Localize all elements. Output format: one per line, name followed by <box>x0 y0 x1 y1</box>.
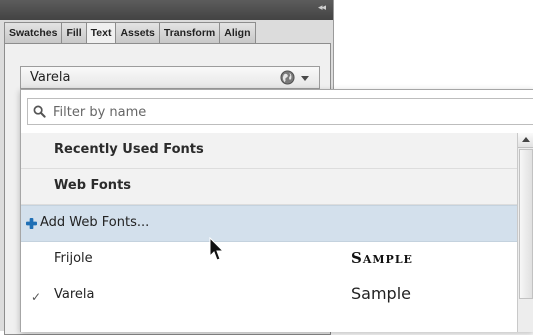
font-name: Varela <box>54 287 95 302</box>
font-item-frijole[interactable]: Frijole Sample <box>21 242 517 278</box>
search-icon <box>33 105 46 118</box>
scroll-up-button[interactable] <box>518 133 533 148</box>
panel-title-bar: ◂◂ <box>0 0 333 20</box>
checkmark-icon: ✓ <box>31 290 42 304</box>
font-name: Frijole <box>54 251 93 266</box>
list-item-label: Recently Used Fonts <box>54 142 204 157</box>
globe-icon <box>280 70 295 85</box>
plus-icon <box>26 218 37 229</box>
tab-fill[interactable]: Fill <box>61 22 87 44</box>
scroll-thumb[interactable] <box>519 149 533 299</box>
chevron-up-icon <box>522 137 530 142</box>
font-family-select[interactable]: Varela <box>20 66 320 89</box>
font-dropdown-menu: Recently Used Fonts Web Fonts Add Web Fo… <box>20 89 533 332</box>
filter-input[interactable] <box>53 103 523 121</box>
list-item-web-fonts[interactable]: Web Fonts <box>21 169 517 205</box>
mouse-pointer-icon <box>209 237 225 261</box>
font-sample: Sample <box>351 249 413 267</box>
list-scrollbar[interactable] <box>517 133 533 332</box>
font-item-varela[interactable]: ✓ Varela Sample <box>21 278 517 314</box>
tab-text[interactable]: Text <box>85 22 117 45</box>
list-item-recently-used-fonts[interactable]: Recently Used Fonts <box>21 133 517 169</box>
collapse-panel-icon[interactable]: ◂◂ <box>318 3 326 13</box>
panel-tabs: Swatches Fill Text Assets Transform Alig… <box>4 22 256 45</box>
chevron-down-icon[interactable] <box>301 76 309 81</box>
tab-swatches[interactable]: Swatches <box>4 22 63 44</box>
tab-align[interactable]: Align <box>219 22 256 44</box>
list-item-label: Web Fonts <box>54 178 132 193</box>
font-select-value: Varela <box>30 70 71 85</box>
filter-field[interactable] <box>27 98 533 125</box>
list-item-label: Add Web Fonts... <box>40 215 150 230</box>
font-sample: Sample <box>351 284 411 303</box>
tab-transform[interactable]: Transform <box>158 22 221 44</box>
add-web-fonts-item[interactable]: Add Web Fonts... <box>21 205 517 242</box>
tab-assets[interactable]: Assets <box>115 22 160 44</box>
